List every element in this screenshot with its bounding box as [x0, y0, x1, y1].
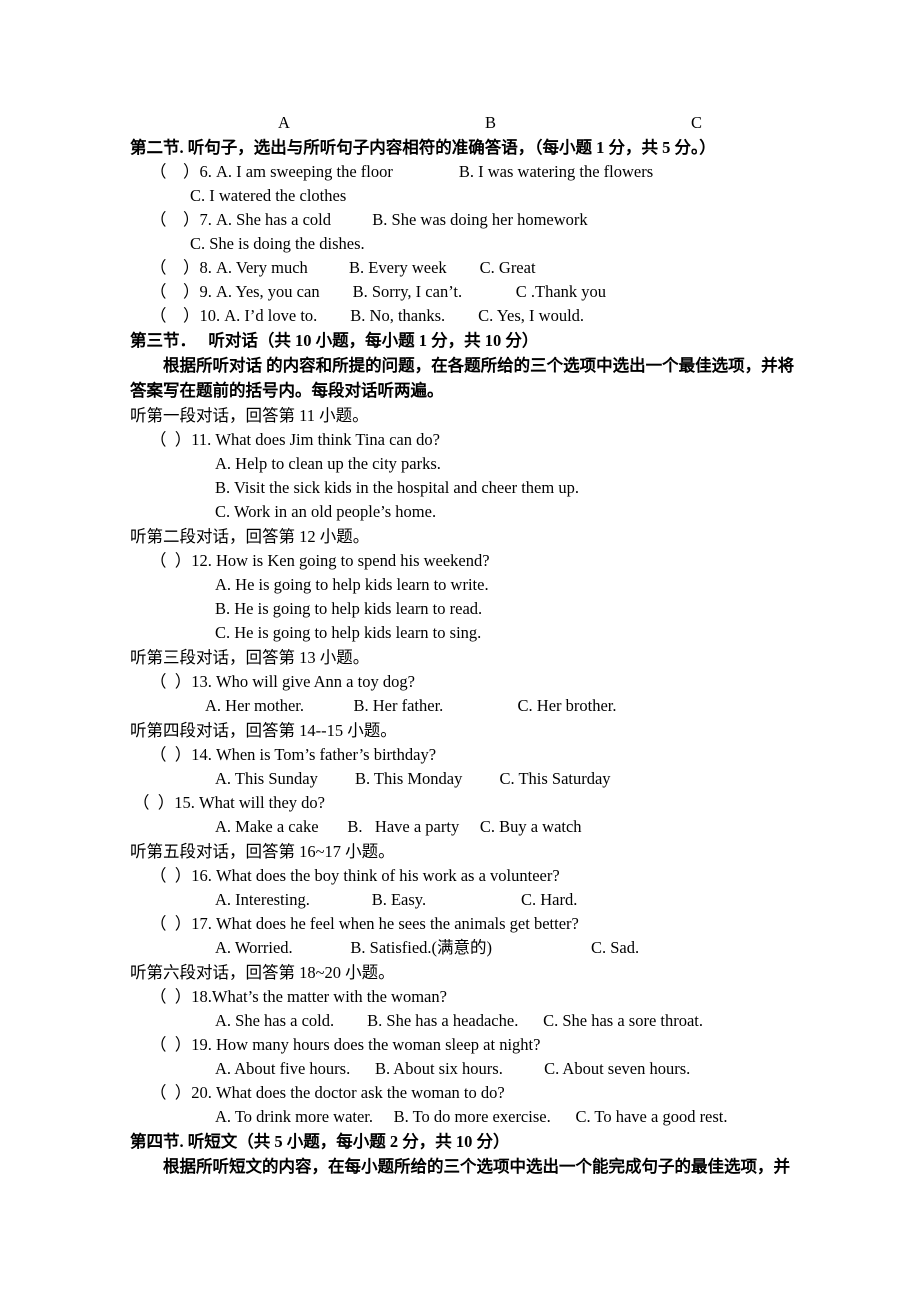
dialogue-1-cue: 听第一段对话，回答第 11 小题。 [130, 406, 369, 425]
question-6-option-c: C. I watered the clothes [190, 186, 347, 205]
section-four-instruction-line-1: 根据所听短文的内容，在每小题所给的三个选项中选出一个能完成句子的最佳选项，并 [163, 1157, 790, 1176]
question-20-stem: （ ）20. What does the doctor ask the woma… [150, 1083, 505, 1102]
question-9-stem: （ ）9. A. Yes, you can B. Sorry, I can’t.… [150, 282, 607, 301]
question-16-stem: （ ）16. What does the boy think of his wo… [150, 866, 560, 885]
question-17-stem: （ ）17. What does he feel when he sees th… [150, 914, 579, 933]
question-8-stem: （ ）8. A. Very much B. Every week C. Grea… [150, 258, 536, 277]
top-margin [130, 0, 790, 113]
question-12-option-c: C. He is going to help kids learn to sin… [215, 623, 482, 642]
choice-header-a: A [278, 113, 290, 132]
question-12-option-b: B. He is going to help kids learn to rea… [215, 599, 483, 618]
question-19-options: A. About five hours. B. About six hours.… [215, 1059, 691, 1078]
question-6-stem: （ ）6. A. I am sweeping the floor B. I wa… [150, 162, 654, 181]
section-three-instruction-line-1: 根据所听对话 的内容和所提的问题，在各题所给的三个选项中选出一个最佳选项，并将 [163, 356, 795, 375]
question-15-options: A. Make a cake B. Have a party C. Buy a … [215, 817, 582, 836]
dialogue-5-cue: 听第五段对话，回答第 16~17 小题。 [130, 842, 395, 861]
dialogue-3-cue: 听第三段对话，回答第 13 小题。 [130, 648, 370, 667]
question-17-options: A. Worried. B. Satisfied.(满意的) C. Sad. [215, 938, 640, 957]
question-11-option-b: B. Visit the sick kids in the hospital a… [215, 478, 579, 497]
dialogue-2-cue: 听第二段对话，回答第 12 小题。 [130, 527, 370, 546]
question-18-stem: （ ）18.What’s the matter with the woman? [150, 987, 447, 1006]
question-11-stem: （ ）11. What does Jim think Tina can do? [150, 430, 440, 449]
choice-header-b: B [485, 113, 497, 132]
question-7-stem: （ ）7. A. She has a cold B. She was doing… [150, 210, 588, 229]
section-four-heading: 第四节. 听短文（共 5 小题，每小题 2 分，共 10 分） [130, 1132, 510, 1151]
question-15-stem: （ ）15. What will they do? [133, 793, 326, 812]
question-12-stem: （ ）12. How is Ken going to spend his wee… [150, 551, 490, 570]
answer-choice-header-row: A B C [130, 113, 790, 135]
question-11-option-a: A. Help to clean up the city parks. [215, 454, 441, 473]
dialogue-4-cue: 听第四段对话，回答第 14--15 小题。 [130, 721, 397, 740]
question-12-option-a: A. He is going to help kids learn to wri… [215, 575, 489, 594]
question-19-stem: （ ）19. How many hours does the woman sle… [150, 1035, 541, 1054]
question-13-stem: （ ）13. Who will give Ann a toy dog? [150, 672, 415, 691]
question-13-options: A. Her mother. B. Her father. C. Her bro… [205, 696, 617, 715]
question-7-option-c: C. She is doing the dishes. [190, 234, 365, 253]
section-three-heading: 第三节． 听对话（共 10 小题，每小题 1 分，共 10 分） [130, 331, 539, 350]
question-20-options: A. To drink more water. B. To do more ex… [215, 1107, 728, 1126]
exam-page: A B C 第二节. 听句子，选出与所听句子内容相符的准确答语，（每小题 1 分… [0, 0, 920, 1302]
dialogue-6-cue: 听第六段对话，回答第 18~20 小题。 [130, 963, 395, 982]
question-14-options: A. This Sunday B. This Monday C. This Sa… [215, 769, 611, 788]
section-two-heading: 第二节. 听句子，选出与所听句子内容相符的准确答语，（每小题 1 分，共 5 分… [130, 138, 716, 157]
question-14-stem: （ ）14. When is Tom’s father’s birthday? [150, 745, 437, 764]
question-10-stem: （ ）10. A. I’d love to. B. No, thanks. C.… [150, 306, 585, 325]
section-three-instruction-line-2: 答案写在题前的括号内。每段对话听两遍。 [130, 381, 444, 400]
choice-header-c: C [691, 113, 703, 132]
question-18-options: A. She has a cold. B. She has a headache… [215, 1011, 704, 1030]
question-11-option-c: C. Work in an old people’s home. [215, 502, 437, 521]
question-16-options: A. Interesting. B. Easy. C. Hard. [215, 890, 578, 909]
